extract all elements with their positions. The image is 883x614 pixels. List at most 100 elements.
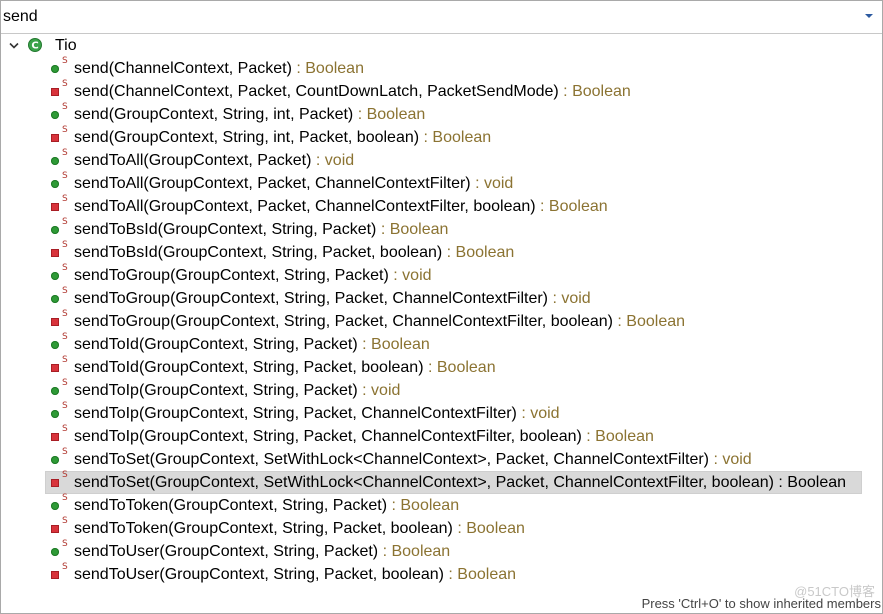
method-signature: send(GroupContext, String, int, Packet) … [74,105,425,125]
method-signature: sendToAll(GroupContext, Packet, ChannelC… [74,174,513,194]
method-row[interactable]: Ssend(GroupContext, String, int, Packet,… [1,125,882,149]
method-row[interactable]: SsendToUser(GroupContext, String, Packet… [1,539,882,563]
method-name-params: sendToGroup(GroupContext, String, Packet… [74,313,613,330]
method-return-type: : Boolean [581,428,654,445]
static-modifier-icon: S [62,424,68,434]
static-modifier-icon: S [62,447,68,457]
filter-input[interactable] [2,5,843,29]
method-return-type: : Boolean [291,60,364,77]
method-signature: sendToGroup(GroupContext, String, Packet… [74,289,591,309]
method-row[interactable]: Ssend(GroupContext, String, int, Packet)… [1,102,882,126]
method-signature: sendToId(GroupContext, String, Packet) :… [74,335,430,355]
public-method-icon [51,387,59,395]
method-signature: sendToBsId(GroupContext, String, Packet,… [74,243,514,263]
method-row[interactable]: SsendToAll(GroupContext, Packet, Channel… [1,194,882,218]
method-signature: sendToBsId(GroupContext, String, Packet)… [74,220,448,240]
tree-root-row[interactable]: C Tio [1,34,882,57]
method-row[interactable]: SsendToId(GroupContext, String, Packet, … [1,355,882,379]
method-signature: sendToUser(GroupContext, String, Packet,… [74,565,516,585]
method-row[interactable]: SsendToGroup(GroupContext, String, Packe… [1,263,882,287]
method-row[interactable]: SsendToSet(GroupContext, SetWithLock<Cha… [1,447,882,471]
public-method-icon [51,502,59,510]
method-return-type: : void [388,267,432,284]
private-method-icon [51,571,59,579]
method-row[interactable]: Ssend(ChannelContext, Packet) : Boolean [1,56,882,80]
method-signature: sendToSet(GroupContext, SetWithLock<Chan… [74,450,752,470]
method-name-params: sendToIp(GroupContext, String, Packet) [74,382,358,399]
static-modifier-icon: S [62,171,68,181]
method-name-params: sendToBsId(GroupContext, String, Packet,… [74,244,443,261]
public-method-icon [51,341,59,349]
method-signature: sendToToken(GroupContext, String, Packet… [74,519,525,539]
method-return-type: : void [516,405,560,422]
method-name-params: sendToUser(GroupContext, String, Packet) [74,543,379,560]
method-row[interactable]: SsendToBsId(GroupContext, String, Packet… [1,217,882,241]
method-signature: send(ChannelContext, Packet) : Boolean [74,59,364,79]
view-menu-button[interactable] [862,9,876,23]
method-row[interactable]: SsendToAll(GroupContext, Packet) : void [1,148,882,172]
status-bar: Press 'Ctrl+O' to show inherited members [1,590,882,613]
method-signature: send(ChannelContext, Packet, CountDownLa… [74,82,631,102]
public-method-icon [51,180,59,188]
private-method-icon [51,318,59,326]
expand-chevron-icon[interactable] [8,40,20,52]
static-modifier-icon: S [62,516,68,526]
method-name-params: sendToSet(GroupContext, SetWithLock<Chan… [74,451,709,468]
public-method-icon [51,157,59,165]
static-modifier-icon: S [62,286,68,296]
method-row[interactable]: SsendToBsId(GroupContext, String, Packet… [1,240,882,264]
private-method-icon [51,525,59,533]
method-row[interactable]: Ssend(ChannelContext, Packet, CountDownL… [1,79,882,103]
method-signature: sendToGroup(GroupContext, String, Packet… [74,312,685,332]
method-name-params: sendToAll(GroupContext, Packet, ChannelC… [74,175,471,192]
method-return-type: : Boolean [387,497,460,514]
public-method-icon [51,65,59,73]
method-return-type: : Boolean [558,83,631,100]
method-name-params: sendToAll(GroupContext, Packet) [74,152,312,169]
static-modifier-icon: S [62,332,68,342]
method-return-type: : Boolean [353,106,426,123]
static-modifier-icon: S [62,125,68,135]
class-name-label: Tio [55,37,77,54]
private-method-icon [51,479,59,487]
method-row[interactable]: SsendToId(GroupContext, String, Packet) … [1,332,882,356]
static-modifier-icon: S [62,79,68,89]
method-signature: sendToToken(GroupContext, String, Packet… [74,496,459,516]
method-signature: sendToId(GroupContext, String, Packet, b… [74,358,496,378]
static-modifier-icon: S [62,102,68,112]
quick-outline-popup: C Tio Ssend(ChannelContext, Packet) : Bo… [0,0,883,614]
static-modifier-icon: S [62,56,68,66]
private-method-icon [51,249,59,257]
private-method-icon [51,134,59,142]
method-return-type: : Boolean [535,198,608,215]
method-row[interactable]: SsendToToken(GroupContext, String, Packe… [1,493,882,517]
method-return-type: : Boolean [378,543,451,560]
static-modifier-icon: S [62,217,68,227]
method-signature: sendToUser(GroupContext, String, Packet)… [74,542,450,562]
method-signature: sendToAll(GroupContext, Packet, ChannelC… [74,197,608,217]
method-signature: send(GroupContext, String, int, Packet, … [74,128,491,148]
method-row[interactable]: SsendToToken(GroupContext, String, Packe… [1,516,882,540]
method-return-type: : Boolean [423,359,496,376]
method-row[interactable]: SsendToSet(GroupContext, SetWithLock<Cha… [1,470,882,494]
static-modifier-icon: S [62,562,68,572]
outline-tree[interactable]: C Tio Ssend(ChannelContext, Packet) : Bo… [1,34,882,589]
method-name-params: sendToToken(GroupContext, String, Packet… [74,520,453,537]
method-name-params: sendToBsId(GroupContext, String, Packet) [74,221,377,238]
watermark-text: @51CTO博客 [794,584,875,599]
method-return-type: : void [470,175,514,192]
static-modifier-icon: S [62,470,68,480]
static-modifier-icon: S [62,493,68,503]
method-row[interactable]: SsendToIp(GroupContext, String, Packet) … [1,378,882,402]
filter-bar [1,1,882,34]
private-method-icon [51,88,59,96]
method-row[interactable]: SsendToIp(GroupContext, String, Packet, … [1,424,882,448]
method-row[interactable]: SsendToGroup(GroupContext, String, Packe… [1,286,882,310]
method-return-type: : Boolean [773,474,847,491]
method-row[interactable]: SsendToUser(GroupContext, String, Packet… [1,562,882,586]
method-row[interactable]: SsendToAll(GroupContext, Packet, Channel… [1,171,882,195]
method-row[interactable]: SsendToGroup(GroupContext, String, Packe… [1,309,882,333]
method-signature: sendToIp(GroupContext, String, Packet, C… [74,404,560,424]
method-return-type: : void [357,382,401,399]
method-row[interactable]: SsendToIp(GroupContext, String, Packet, … [1,401,882,425]
